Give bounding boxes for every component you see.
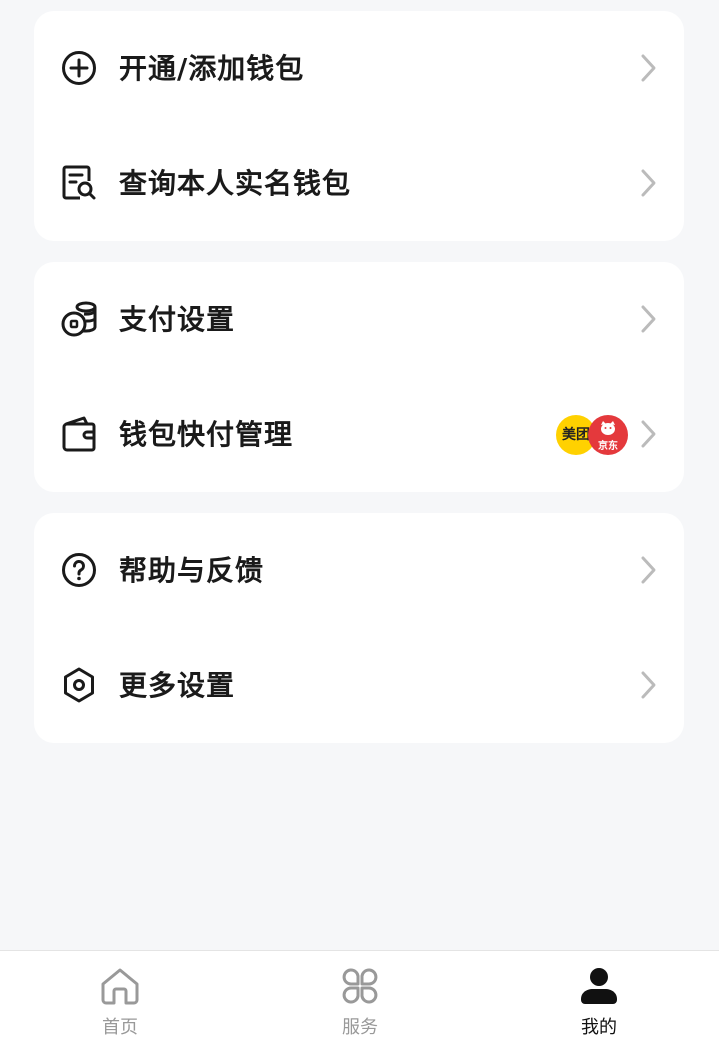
open-add-wallet-row[interactable]: 开通/添加钱包	[34, 11, 684, 126]
chevron-right-icon	[641, 54, 656, 82]
jd-badge: 京东	[588, 415, 628, 455]
chevron-right-icon	[641, 169, 656, 197]
nav-item-services[interactable]: 服务	[240, 951, 480, 1042]
row-label: 钱包快付管理	[119, 418, 294, 451]
nav-label: 我的	[581, 1017, 617, 1038]
row-label: 查询本人实名钱包	[119, 167, 352, 200]
bottom-nav: 首页 服务 我的	[0, 950, 719, 1042]
nav-item-home[interactable]: 首页	[0, 951, 240, 1042]
nav-label: 服务	[342, 1017, 378, 1038]
chevron-right-icon	[641, 671, 656, 699]
wallet-quickpay-row[interactable]: 钱包快付管理 美团 京东	[34, 377, 684, 492]
help-circle-icon	[60, 551, 98, 589]
coins-icon	[60, 300, 98, 338]
user-icon	[579, 966, 619, 1006]
row-label: 支付设置	[119, 303, 236, 336]
payment-card: 支付设置 钱包快付管理 美团 京东	[34, 262, 684, 492]
help-feedback-row[interactable]: 帮助与反馈	[34, 513, 684, 628]
query-realname-wallet-row[interactable]: 查询本人实名钱包	[34, 126, 684, 241]
search-document-icon	[60, 164, 98, 202]
nav-label: 首页	[102, 1017, 138, 1038]
jd-dog-icon	[601, 421, 615, 435]
plus-circle-icon	[60, 49, 98, 87]
chevron-right-icon	[641, 305, 656, 333]
hexagon-settings-icon	[60, 666, 98, 704]
more-settings-row[interactable]: 更多设置	[34, 628, 684, 743]
merchant-badges: 美团 京东	[556, 415, 628, 455]
wallet-icon	[60, 415, 98, 453]
home-icon	[100, 966, 140, 1006]
jd-label: 京东	[598, 441, 618, 452]
row-label: 开通/添加钱包	[119, 52, 305, 85]
row-label: 更多设置	[119, 669, 236, 702]
payment-settings-row[interactable]: 支付设置	[34, 262, 684, 377]
chevron-right-icon	[641, 420, 656, 448]
support-card: 帮助与反馈 更多设置	[34, 513, 684, 743]
nav-item-mine[interactable]: 我的	[479, 951, 719, 1042]
chevron-right-icon	[641, 556, 656, 584]
row-label: 帮助与反馈	[119, 554, 265, 587]
grid-icon	[340, 966, 380, 1006]
wallet-card: 开通/添加钱包 查询本人实名钱包	[34, 11, 684, 241]
